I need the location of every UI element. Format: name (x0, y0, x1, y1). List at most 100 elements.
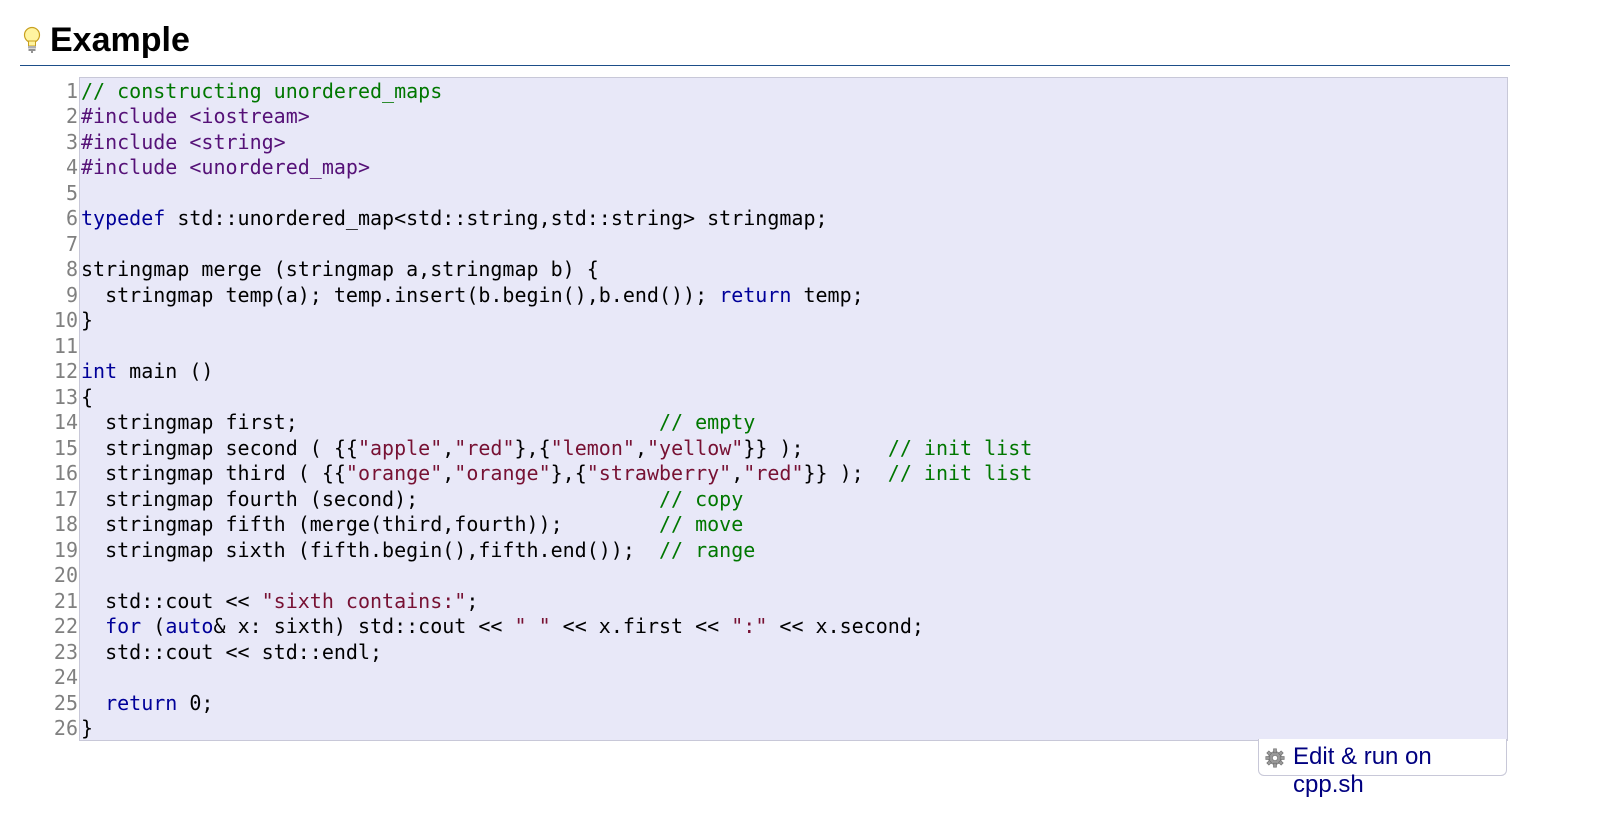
code-token: , (442, 461, 455, 485)
code-line: return 0; (81, 691, 213, 717)
code-token: , (634, 435, 647, 460)
code-token: "sixth contains:" (261, 588, 467, 613)
code-token: stringmap fourth (second); (81, 486, 659, 511)
line-number: 21 (53, 588, 78, 613)
line-number: 26 (53, 716, 78, 740)
code-token: stringmap second ( {{ (81, 435, 358, 460)
line-number: 13 (53, 384, 78, 409)
code-token: stringmap sixth (fifth.begin(),fifth.end… (81, 537, 659, 562)
code-token: " " (514, 614, 551, 638)
line-number: 22 (53, 614, 78, 638)
page-title: Example (50, 21, 190, 59)
code-token: // constructing unordered_maps (81, 78, 443, 103)
code-token: },{ (514, 435, 551, 460)
code-token: ( (141, 614, 166, 638)
code-line: stringmap fourth (second); // copy (81, 487, 743, 513)
code-token: return (105, 690, 178, 715)
code-line: // constructing unordered_maps (81, 79, 442, 105)
lightbulb-icon (23, 26, 41, 53)
code-token: "orange" (345, 461, 443, 485)
edit-run-button[interactable]: Edit & run on cpp.sh (1258, 739, 1507, 798)
code-token: stringmap third ( {{ (81, 461, 346, 485)
code-line: #include <unordered_map> (81, 155, 370, 181)
line-number: 7 (65, 231, 78, 256)
code-token: "lemon" (550, 435, 635, 460)
code-token: #include <unordered_map> (81, 155, 370, 179)
line-number: 18 (53, 512, 78, 536)
code-token: for (105, 614, 142, 638)
code-token: #include <iostream> (81, 104, 310, 128)
code-block: // constructing unordered_maps #include <… (79, 77, 1508, 741)
code-line: stringmap second ( {{"apple", "red"},{"le… (81, 436, 1032, 462)
code-token: },{ (550, 461, 587, 485)
line-number: 16 (53, 461, 78, 485)
line-number: 5 (65, 180, 78, 205)
code-token: temp; (791, 282, 864, 307)
code-example: 1 2 3 4 5 6 7 8 9 10 11 12 13 14 15 16 17 18 19 20 21 22 23 24 2… (30, 77, 1508, 741)
code-line: { (81, 385, 93, 411)
line-number: 9 (65, 282, 78, 307)
line-number: 4 (65, 155, 78, 179)
code-token: } (81, 716, 94, 740)
code-token: stringmap temp(a); temp.insert(b.begin()… (81, 282, 720, 307)
code-token: // init list (887, 461, 1033, 485)
code-line: #include <iostream> (81, 104, 310, 130)
code-token: // range (658, 537, 756, 562)
code-line: #include <string> (81, 130, 286, 156)
code-line: int main () (81, 359, 213, 385)
line-number: 25 (53, 690, 78, 715)
code-line: stringmap third ( {{"orange","orange"},{… (81, 461, 1032, 487)
code-token: << x.first << (550, 614, 732, 638)
code-token: } (81, 308, 94, 332)
code-token: std::unordered_map<std::string,std::stri… (165, 206, 828, 230)
code-token: "red" (743, 461, 804, 485)
code-token: 0; (177, 690, 214, 715)
section-header: Example (20, 14, 1510, 66)
code-token: // empty (658, 410, 756, 434)
line-number: 1 (65, 78, 78, 103)
code-token: stringmap merge (stringmap a,stringmap b… (81, 257, 599, 281)
code-token: stringmap first; (81, 410, 659, 434)
code-line: } (81, 716, 93, 742)
code-line: std::cout << std::endl; (81, 640, 382, 666)
line-number-gutter: 1 2 3 4 5 6 7 8 9 10 11 12 13 14 15 16 17 18 19 20 21 22 23 24 2… (30, 77, 78, 741)
line-number: 19 (53, 537, 78, 562)
code-token: << x.second; (767, 614, 924, 638)
line-number: 23 (53, 639, 78, 664)
line-number: 2 (65, 104, 78, 128)
code-token: { (81, 384, 94, 409)
line-number: 11 (53, 333, 78, 358)
code-line: typedef std::unordered_map<std::string,s… (81, 206, 828, 232)
line-number: 17 (53, 486, 78, 511)
code-token: "apple" (357, 435, 443, 460)
code-line: for (auto& x: sixth) std::cout << " " <<… (81, 614, 924, 640)
line-number: 6 (65, 206, 78, 230)
code-line: std::cout << "sixth contains:"; (81, 589, 478, 615)
line-number: 14 (53, 410, 78, 434)
code-token: ; (466, 588, 479, 613)
line-number: 8 (65, 257, 78, 281)
code-token: int (81, 359, 118, 383)
code-token: typedef (81, 206, 166, 230)
code-token: "yellow" (646, 435, 744, 460)
code-token: "red" (454, 435, 515, 460)
line-number: 15 (53, 435, 78, 460)
code-token: ":" (731, 614, 768, 638)
code-line: } (81, 308, 93, 334)
code-line: stringmap sixth (fifth.begin(),fifth.end… (81, 538, 755, 564)
edit-run-label: Edit & run on cpp.sh (1293, 743, 1432, 798)
code-token: std::cout << std::endl; (81, 639, 383, 664)
code-token: }} ); (803, 461, 888, 485)
code-token: & x: sixth) std::cout << (213, 614, 515, 638)
line-number: 10 (53, 308, 78, 332)
code-token: auto (165, 614, 214, 638)
code-token: // move (658, 512, 744, 536)
code-line: stringmap temp(a); temp.insert(b.begin()… (81, 283, 864, 309)
code-token: , (731, 461, 744, 485)
code-token: stringmap fifth (merge(third,fourth)); (81, 512, 659, 536)
code-line: stringmap merge (stringmap a,stringmap b… (81, 257, 599, 283)
line-number: 12 (53, 359, 78, 383)
line-number: 20 (53, 563, 78, 587)
